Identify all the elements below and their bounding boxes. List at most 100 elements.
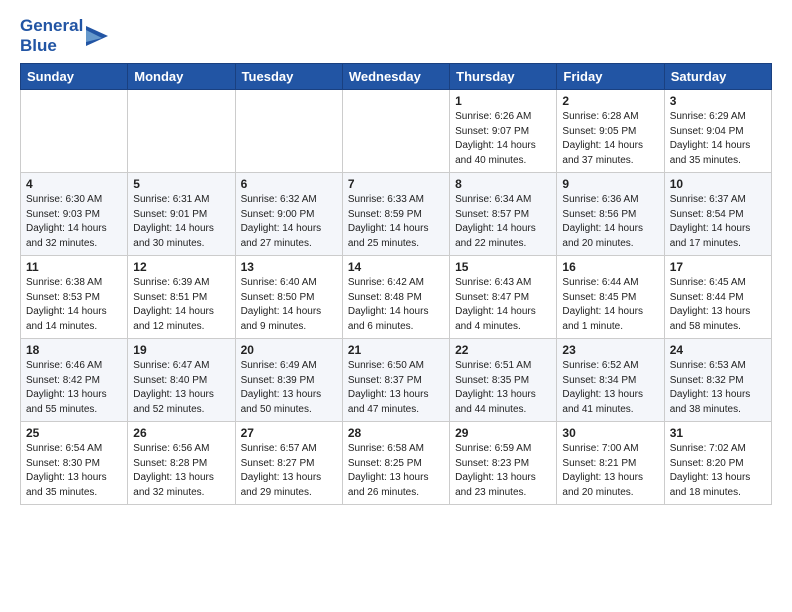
day-info: Sunrise: 6:50 AM Sunset: 8:37 PM Dayligh… [348,359,444,417]
day-info: Sunrise: 6:53 AM Sunset: 8:32 PM Dayligh… [670,359,766,417]
day-number: 27 [241,426,337,440]
day-cell: 30Sunrise: 7:00 AM Sunset: 8:21 PM Dayli… [557,422,664,505]
day-info: Sunrise: 6:36 AM Sunset: 8:56 PM Dayligh… [562,193,658,251]
day-cell: 25 Sunrise: 6:54 AM Sunset: 8:30 PM Dayli… [21,422,128,505]
day-number: 10 [670,177,766,191]
day-number: 22 [455,343,551,357]
day-number: 19 [133,343,229,357]
day-cell: 5Sunrise: 6:31 AM Sunset: 9:01 PM Daylig… [128,173,235,256]
day-cell: 14 Sunrise: 6:42 AM Sunset: 8:48 PM Dayli… [342,256,449,339]
day-info: Sunrise: 6:46 AM Sunset: 8:42 PM Dayligh… [26,359,122,417]
day-cell: 6Sunrise: 6:32 AM Sunset: 9:00 PM Daylig… [235,173,342,256]
day-cell: 31 Sunrise: 7:02 AM Sunset: 8:20 PM Dayli… [664,422,771,505]
day-cell: 19Sunrise: 6:47 AM Sunset: 8:40 PM Dayli… [128,339,235,422]
day-number: 7 [348,177,444,191]
weekday-thursday: Thursday [450,64,557,90]
day-number: 24 [670,343,766,357]
day-info: Sunrise: 6:43 AM Sunset: 8:47 PM Dayligh… [455,276,551,334]
day-number: 21 [348,343,444,357]
day-cell: 22 Sunrise: 6:51 AM Sunset: 8:35 PM Dayli… [450,339,557,422]
day-number: 26 [133,426,229,440]
day-number: 5 [133,177,229,191]
week-row-2: 4 Sunrise: 6:30 AM Sunset: 9:03 PM Daylig… [21,173,772,256]
weekday-monday: Monday [128,64,235,90]
week-row-5: 25 Sunrise: 6:54 AM Sunset: 8:30 PM Dayli… [21,422,772,505]
day-number: 23 [562,343,658,357]
day-info: Sunrise: 7:02 AM Sunset: 8:20 PM Dayligh… [670,442,766,500]
day-cell: 18 Sunrise: 6:46 AM Sunset: 8:42 PM Dayli… [21,339,128,422]
day-cell: 15Sunrise: 6:43 AM Sunset: 8:47 PM Dayli… [450,256,557,339]
day-info: Sunrise: 6:26 AM Sunset: 9:07 PM Dayligh… [455,110,551,168]
week-row-4: 18 Sunrise: 6:46 AM Sunset: 8:42 PM Dayli… [21,339,772,422]
day-number: 25 [26,426,122,440]
day-info: Sunrise: 6:29 AM Sunset: 9:04 PM Dayligh… [670,110,766,168]
day-cell: 24 Sunrise: 6:53 AM Sunset: 8:32 PM Dayli… [664,339,771,422]
day-cell: 12Sunrise: 6:39 AM Sunset: 8:51 PM Dayli… [128,256,235,339]
day-info: Sunrise: 6:51 AM Sunset: 8:35 PM Dayligh… [455,359,551,417]
day-number: 20 [241,343,337,357]
day-number: 8 [455,177,551,191]
day-cell: 8 Sunrise: 6:34 AM Sunset: 8:57 PM Daylig… [450,173,557,256]
day-cell: 29 Sunrise: 6:59 AM Sunset: 8:23 PM Dayli… [450,422,557,505]
day-number: 31 [670,426,766,440]
day-cell [21,90,128,173]
weekday-friday: Friday [557,64,664,90]
day-cell: 23 Sunrise: 6:52 AM Sunset: 8:34 PM Dayli… [557,339,664,422]
day-cell: 21 Sunrise: 6:50 AM Sunset: 8:37 PM Dayli… [342,339,449,422]
day-info: Sunrise: 6:54 AM Sunset: 8:30 PM Dayligh… [26,442,122,500]
day-info: Sunrise: 6:38 AM Sunset: 8:53 PM Dayligh… [26,276,122,334]
week-row-3: 11Sunrise: 6:38 AM Sunset: 8:53 PM Dayli… [21,256,772,339]
day-cell: 28Sunrise: 6:58 AM Sunset: 8:25 PM Dayli… [342,422,449,505]
day-number: 29 [455,426,551,440]
weekday-header-row: SundayMondayTuesdayWednesdayThursdayFrid… [21,64,772,90]
weekday-wednesday: Wednesday [342,64,449,90]
logo-bird-icon [86,18,108,54]
day-info: Sunrise: 7:00 AM Sunset: 8:21 PM Dayligh… [562,442,658,500]
day-info: Sunrise: 6:34 AM Sunset: 8:57 PM Dayligh… [455,193,551,251]
logo-general-text: General [20,16,83,36]
day-cell: 3Sunrise: 6:29 AM Sunset: 9:04 PM Daylig… [664,90,771,173]
day-cell: 7 Sunrise: 6:33 AM Sunset: 8:59 PM Daylig… [342,173,449,256]
day-info: Sunrise: 6:37 AM Sunset: 8:54 PM Dayligh… [670,193,766,251]
day-number: 14 [348,260,444,274]
day-cell [235,90,342,173]
day-info: Sunrise: 6:28 AM Sunset: 9:05 PM Dayligh… [562,110,658,168]
day-number: 4 [26,177,122,191]
day-info: Sunrise: 6:52 AM Sunset: 8:34 PM Dayligh… [562,359,658,417]
day-info: Sunrise: 6:57 AM Sunset: 8:27 PM Dayligh… [241,442,337,500]
day-info: Sunrise: 6:58 AM Sunset: 8:25 PM Dayligh… [348,442,444,500]
day-cell: 26 Sunrise: 6:56 AM Sunset: 8:28 PM Dayli… [128,422,235,505]
day-cell: 17 Sunrise: 6:45 AM Sunset: 8:44 PM Dayli… [664,256,771,339]
day-number: 18 [26,343,122,357]
day-number: 6 [241,177,337,191]
day-cell: 20Sunrise: 6:49 AM Sunset: 8:39 PM Dayli… [235,339,342,422]
calendar-table: SundayMondayTuesdayWednesdayThursdayFrid… [20,63,772,505]
day-number: 12 [133,260,229,274]
logo-blue-text: Blue [20,36,83,56]
logo: General Blue [20,16,108,55]
day-cell: 13 Sunrise: 6:40 AM Sunset: 8:50 PM Dayli… [235,256,342,339]
day-info: Sunrise: 6:30 AM Sunset: 9:03 PM Dayligh… [26,193,122,251]
day-cell: 4 Sunrise: 6:30 AM Sunset: 9:03 PM Daylig… [21,173,128,256]
day-number: 17 [670,260,766,274]
day-cell: 9 Sunrise: 6:36 AM Sunset: 8:56 PM Daylig… [557,173,664,256]
day-info: Sunrise: 6:40 AM Sunset: 8:50 PM Dayligh… [241,276,337,334]
day-cell [128,90,235,173]
day-cell: 10 Sunrise: 6:37 AM Sunset: 8:54 PM Dayli… [664,173,771,256]
page: General Blue SundayMondayTuesdayWednesda… [0,0,792,612]
day-info: Sunrise: 6:56 AM Sunset: 8:28 PM Dayligh… [133,442,229,500]
day-number: 13 [241,260,337,274]
weekday-sunday: Sunday [21,64,128,90]
day-number: 16 [562,260,658,274]
day-cell: 1 Sunrise: 6:26 AM Sunset: 9:07 PM Daylig… [450,90,557,173]
day-info: Sunrise: 6:45 AM Sunset: 8:44 PM Dayligh… [670,276,766,334]
day-number: 1 [455,94,551,108]
day-number: 2 [562,94,658,108]
day-info: Sunrise: 6:33 AM Sunset: 8:59 PM Dayligh… [348,193,444,251]
day-info: Sunrise: 6:42 AM Sunset: 8:48 PM Dayligh… [348,276,444,334]
day-number: 9 [562,177,658,191]
day-info: Sunrise: 6:44 AM Sunset: 8:45 PM Dayligh… [562,276,658,334]
day-cell [342,90,449,173]
day-cell: 16 Sunrise: 6:44 AM Sunset: 8:45 PM Dayli… [557,256,664,339]
day-info: Sunrise: 6:59 AM Sunset: 8:23 PM Dayligh… [455,442,551,500]
